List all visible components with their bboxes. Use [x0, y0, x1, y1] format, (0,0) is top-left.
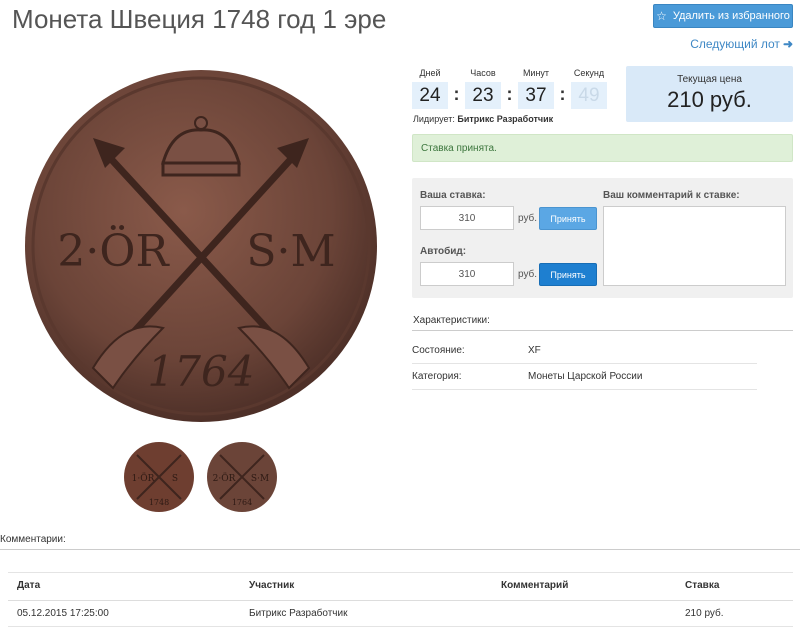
thumb1-denomination: 1·ÖR [132, 472, 155, 484]
next-lot-label: Следующий лот [690, 37, 780, 51]
column-header-date: Дата [17, 580, 41, 591]
timer-separator: : [453, 84, 460, 104]
timer-days-label: Дней [419, 68, 441, 78]
table-cell-user: Битрикс Разработчик [249, 608, 348, 619]
divider [8, 600, 793, 601]
main-coin-image[interactable]: 2·ÖR S·M 1764 [23, 68, 379, 424]
bid-panel: Ваша ставка: 310 руб. Принять Автобид: 3… [412, 178, 793, 298]
divider [8, 626, 793, 627]
thumb2-year: 1764 [232, 498, 252, 507]
timer-seconds-value: 49 [571, 82, 607, 109]
main-coin-year: 1764 [148, 347, 255, 396]
timer-minutes-value: 37 [518, 82, 554, 109]
timer-seconds-label: Секунд [573, 68, 605, 78]
timer-minutes-label: Минут [522, 68, 550, 78]
column-header-bid: Ставка [685, 580, 720, 591]
thumb2-mark: S·M [251, 474, 269, 484]
remove-favorite-label: Удалить из избранного [672, 10, 790, 22]
coin-thumbnail-2[interactable]: 2·ÖR S·M 1764 [206, 441, 278, 513]
timer-days-value: 24 [412, 82, 448, 109]
autobid-input[interactable]: 310 [420, 262, 514, 286]
your-bid-label: Ваша ставка: [420, 190, 486, 201]
bid-accepted-alert: Ставка принята. [412, 134, 793, 162]
next-lot-link[interactable]: Следующий лот ➜ [690, 37, 793, 51]
divider [8, 572, 793, 573]
current-price-value: 210 руб. [667, 87, 752, 112]
bid-comment-textarea[interactable] [603, 206, 786, 286]
column-header-comment: Комментарий [501, 580, 569, 591]
main-coin-denomination: 2·ÖR [57, 224, 170, 277]
characteristic-value: Монеты Царской России [528, 371, 643, 382]
arrow-right-icon: ➜ [782, 37, 793, 51]
thumb1-year: 1748 [149, 498, 169, 507]
accept-autobid-button[interactable]: Принять [539, 263, 597, 286]
your-bid-unit: руб. [518, 213, 538, 224]
timer-separator: : [506, 84, 513, 104]
leader-info: Лидирует: Битрикс Разработчик [413, 114, 553, 124]
characteristics-title: Характеристики: [413, 315, 490, 326]
leader-name: Битрикс Разработчик [457, 114, 554, 124]
autobid-unit: руб. [518, 269, 538, 280]
main-coin-mark: S·M [246, 226, 335, 277]
accept-bid-button[interactable]: Принять [539, 207, 597, 230]
characteristic-key: Категория: [412, 371, 462, 382]
your-bid-input[interactable]: 310 [420, 206, 514, 230]
table-cell-bid: 210 руб. [685, 608, 724, 619]
column-header-user: Участник [249, 580, 295, 591]
timer-separator: : [559, 84, 566, 104]
timer-hours-label: Часов [470, 68, 496, 78]
table-cell-date: 05.12.2015 17:25:00 [17, 608, 109, 619]
current-price-label: Текущая цена [677, 74, 742, 85]
characteristic-key: Состояние: [412, 345, 465, 356]
countdown-timer: Дней 24 : Часов 23 : Минут 37 : Секунд 4… [412, 68, 607, 109]
characteristic-row: Состояние: XF [412, 338, 757, 364]
divider [412, 330, 793, 331]
current-price-box: Текущая цена 210 руб. [626, 66, 793, 122]
characteristic-value: XF [528, 345, 541, 356]
remove-favorite-button[interactable]: ☆ Удалить из избранного [653, 4, 793, 28]
coin-thumbnail-1[interactable]: 1·ÖR S 1748 [123, 441, 195, 513]
comments-title: Комментарии: [0, 534, 66, 545]
comment-label: Ваш комментарий к ставке: [603, 190, 740, 201]
divider [0, 549, 800, 550]
star-outline-icon: ☆ [656, 9, 667, 23]
characteristic-row: Категория: Монеты Царской России [412, 364, 757, 390]
thumb2-denomination: 2·ÖR [213, 472, 236, 484]
leader-label: Лидирует: [413, 114, 455, 124]
page-title: Монета Швеция 1748 год 1 эре [12, 4, 387, 34]
autobid-label: Автобид: [420, 246, 467, 257]
timer-hours-value: 23 [465, 82, 501, 109]
thumb1-mark: S [172, 474, 178, 484]
